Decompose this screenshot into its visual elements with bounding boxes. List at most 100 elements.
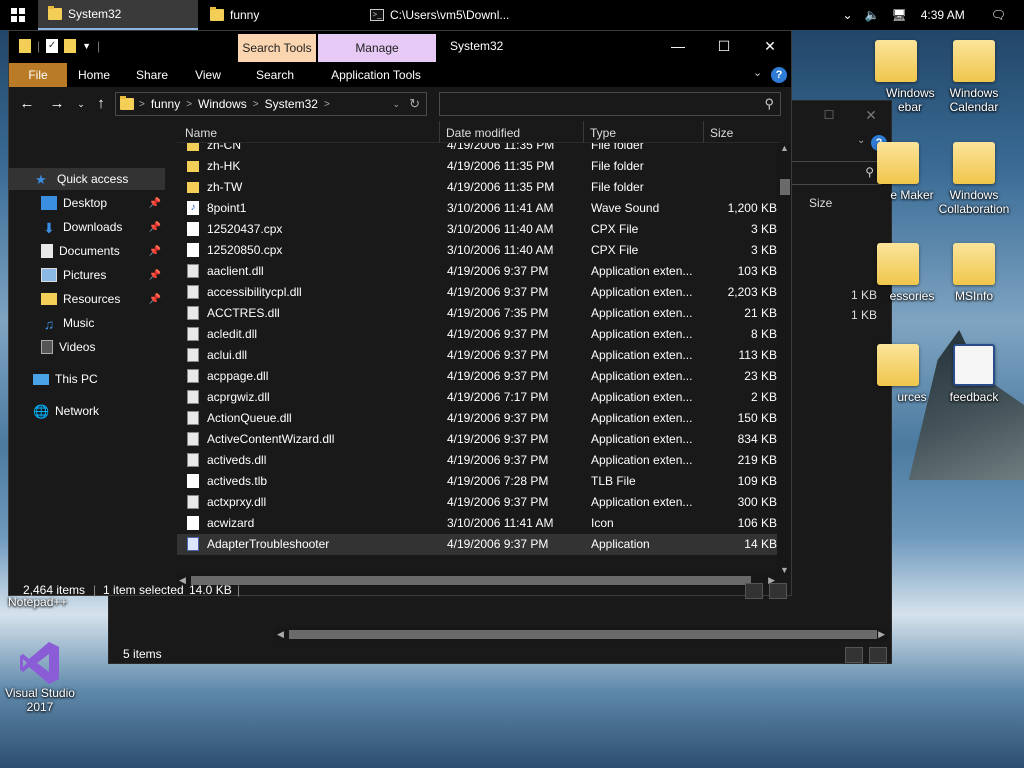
table-row[interactable]: accessibilitycpl.dll 4/19/2006 9:37 PM App… — [177, 282, 781, 303]
tab-manage[interactable]: Manage — [318, 34, 436, 62]
desktop-icon-feedback[interactable]: feedback — [936, 344, 1012, 404]
table-row[interactable]: zh-HK 4/19/2006 11:35 PM File folder — [177, 156, 781, 177]
vertical-scrollbar[interactable]: ▲ ▼ — [777, 143, 791, 575]
column-header-name[interactable]: Name — [185, 126, 217, 140]
chevron-up-icon[interactable]: ⌄ — [842, 8, 852, 22]
scroll-thumb[interactable] — [780, 179, 790, 195]
table-row[interactable]: acprgwiz.dll 4/19/2006 7:17 PM Application… — [177, 387, 781, 408]
table-row[interactable]: ACCTRES.dll 4/19/2006 7:35 PM Application … — [177, 303, 781, 324]
column-header-date-modified[interactable]: Date modified — [446, 126, 520, 140]
start-button[interactable] — [0, 0, 36, 30]
details-view-button[interactable] — [745, 583, 763, 599]
action-center-icon[interactable]: 🗨 — [991, 8, 1006, 22]
clock[interactable]: 4:39 AM — [921, 8, 965, 22]
table-row[interactable]: ♪ 8point1 3/10/2006 11:41 AM Wave Sound 1,20… — [177, 198, 781, 219]
sidebar-item-quick-access[interactable]: ★ Quick access — [9, 168, 165, 190]
up-arrow-icon[interactable]: ↑ — [91, 95, 111, 113]
refresh-icon[interactable]: ↻ — [409, 96, 420, 112]
column-header-type[interactable]: Type — [590, 126, 616, 140]
breadcrumb-system32[interactable]: System32 — [265, 97, 318, 111]
recent-locations-icon[interactable]: ⌄ — [71, 95, 91, 113]
sidebar-item-documents[interactable]: Documents 📌 — [9, 240, 165, 262]
sidebar-item-desktop[interactable]: Desktop 📌 — [9, 192, 165, 214]
table-row[interactable]: 12520850.cpx 3/10/2006 11:40 AM CPX File 3 … — [177, 240, 781, 261]
breadcrumb-funny[interactable]: funny — [151, 97, 180, 111]
taskbar-button-cmd[interactable]: >_ C:\Users\vm5\Downl... — [360, 0, 520, 30]
sidebar-item-pictures[interactable]: Pictures 📌 — [9, 264, 165, 286]
search-box[interactable]: ⚲ — [439, 92, 781, 116]
tab-search-tools[interactable]: Search Tools — [238, 34, 316, 62]
scroll-thumb[interactable] — [289, 630, 877, 639]
table-row[interactable]: ActionQueue.dll 4/19/2006 9:37 PM Applicat… — [177, 408, 781, 429]
breadcrumb-windows[interactable]: Windows — [198, 97, 247, 111]
pin-icon[interactable]: 📌 — [149, 222, 161, 233]
large-icons-view-button[interactable] — [769, 583, 787, 599]
desktop-icon-notepad-plus-plus[interactable]: Notepad++ — [0, 595, 90, 609]
explorer-window-system32[interactable]: | ✓ ▼ | Search Tools Manage System32 — ☐… — [8, 30, 792, 599]
table-row[interactable]: zh-TW 4/19/2006 11:35 PM File folder — [177, 177, 781, 198]
sidebar-item-this-pc[interactable]: This PC — [9, 368, 165, 390]
volume-icon[interactable]: 🔈 — [865, 8, 880, 22]
maximize-button[interactable]: ☐ — [809, 101, 849, 129]
table-row[interactable]: AdapterTroubleshooter 4/19/2006 9:37 PM Ap… — [177, 534, 781, 555]
horizontal-scrollbar[interactable]: ◀ ▶ — [275, 627, 887, 641]
address-bar[interactable]: > funny > Windows > System32 > ⌄ ↻ — [115, 92, 427, 116]
close-button[interactable]: ✕ — [747, 31, 793, 61]
sidebar-item-network[interactable]: 🌐 Network — [9, 400, 165, 422]
large-icons-view-button[interactable] — [869, 647, 887, 663]
desktop-icon-movie-maker[interactable]: e Maker — [860, 142, 936, 202]
title-bar[interactable]: | ✓ ▼ | Search Tools Manage System32 — ☐… — [9, 31, 791, 63]
back-arrow-icon[interactable]: ← — [17, 95, 37, 113]
tab-home[interactable]: Home — [71, 63, 117, 87]
new-folder-icon[interactable] — [64, 39, 77, 53]
table-row[interactable]: aaclient.dll 4/19/2006 9:37 PM Application… — [177, 261, 781, 282]
taskbar-button-system32[interactable]: System32 — [38, 0, 198, 30]
pin-icon[interactable]: 📌 — [149, 294, 161, 305]
desktop-icon-msinfo[interactable]: MSInfo — [936, 243, 1012, 303]
desktop-icon-windows-calendar[interactable]: Windows Calendar — [936, 40, 1012, 114]
pin-icon[interactable]: 📌 — [149, 270, 161, 281]
taskbar-button-funny[interactable]: funny — [200, 0, 358, 30]
desktop-icon-windows-sidebar[interactable]: Windows ebar — [858, 40, 935, 114]
scroll-right-icon[interactable]: ▶ — [878, 629, 885, 640]
table-row[interactable]: aclui.dll 4/19/2006 9:37 PM Application ex… — [177, 345, 781, 366]
table-row[interactable]: activeds.tlb 4/19/2006 7:28 PM TLB File 109… — [177, 471, 781, 492]
tab-share[interactable]: Share — [129, 63, 175, 87]
table-row[interactable]: ActiveContentWizard.dll 4/19/2006 9:37 PM… — [177, 429, 781, 450]
table-row[interactable]: acppage.dll 4/19/2006 9:37 PM Application … — [177, 366, 781, 387]
maximize-button[interactable]: ☐ — [701, 31, 747, 61]
network-icon[interactable]: 🖥 — [892, 8, 907, 22]
sidebar-item-resources[interactable]: Resources 📌 — [9, 288, 165, 310]
pin-icon[interactable]: 📌 — [149, 246, 161, 257]
desktop-icon-windows-collaboration[interactable]: Windows Collaboration — [936, 142, 1012, 216]
desktop-icon-accessories[interactable]: essories — [860, 243, 936, 303]
forward-arrow-icon[interactable]: → — [47, 95, 67, 113]
table-row[interactable]: actxprxy.dll 4/19/2006 9:37 PM Application… — [177, 492, 781, 513]
sidebar-item-music[interactable]: ♫ Music — [9, 312, 165, 334]
desktop-icon-resources[interactable]: urces — [860, 344, 936, 404]
properties-icon[interactable]: ✓ — [46, 39, 59, 53]
tab-file[interactable]: File — [9, 63, 67, 87]
column-header-size[interactable]: Size — [809, 196, 832, 210]
details-view-button[interactable] — [845, 647, 863, 663]
sidebar-item-videos[interactable]: Videos — [9, 336, 165, 358]
table-row[interactable]: acwizard 3/10/2006 11:41 AM Icon 106 KB — [177, 513, 781, 534]
tab-application-tools[interactable]: Application Tools — [321, 63, 431, 87]
chevron-down-icon[interactable]: ▼ — [82, 41, 91, 51]
table-row[interactable]: 12520437.cpx 3/10/2006 11:40 AM CPX File 3 … — [177, 219, 781, 240]
chevron-down-icon[interactable]: ⌄ — [392, 99, 400, 110]
desktop-icon-visual-studio[interactable]: Visual Studio 2017 — [2, 640, 78, 714]
pin-icon[interactable]: 📌 — [149, 198, 161, 209]
tab-search[interactable]: Search — [245, 63, 305, 87]
minimize-button[interactable]: — — [655, 31, 701, 61]
help-icon[interactable]: ? — [771, 67, 787, 83]
column-header-size[interactable]: Size — [710, 126, 733, 140]
sidebar-item-downloads[interactable]: ⬇ Downloads 📌 — [9, 216, 165, 238]
chevron-down-icon[interactable]: ⌄ — [753, 66, 762, 79]
scroll-up-icon[interactable]: ▲ — [780, 143, 789, 153]
scroll-left-icon[interactable]: ◀ — [277, 629, 284, 640]
search-input[interactable] — [440, 93, 740, 115]
tab-view[interactable]: View — [185, 63, 231, 87]
table-row[interactable]: acledit.dll 4/19/2006 9:37 PM Application … — [177, 324, 781, 345]
table-row[interactable]: activeds.dll 4/19/2006 9:37 PM Application… — [177, 450, 781, 471]
